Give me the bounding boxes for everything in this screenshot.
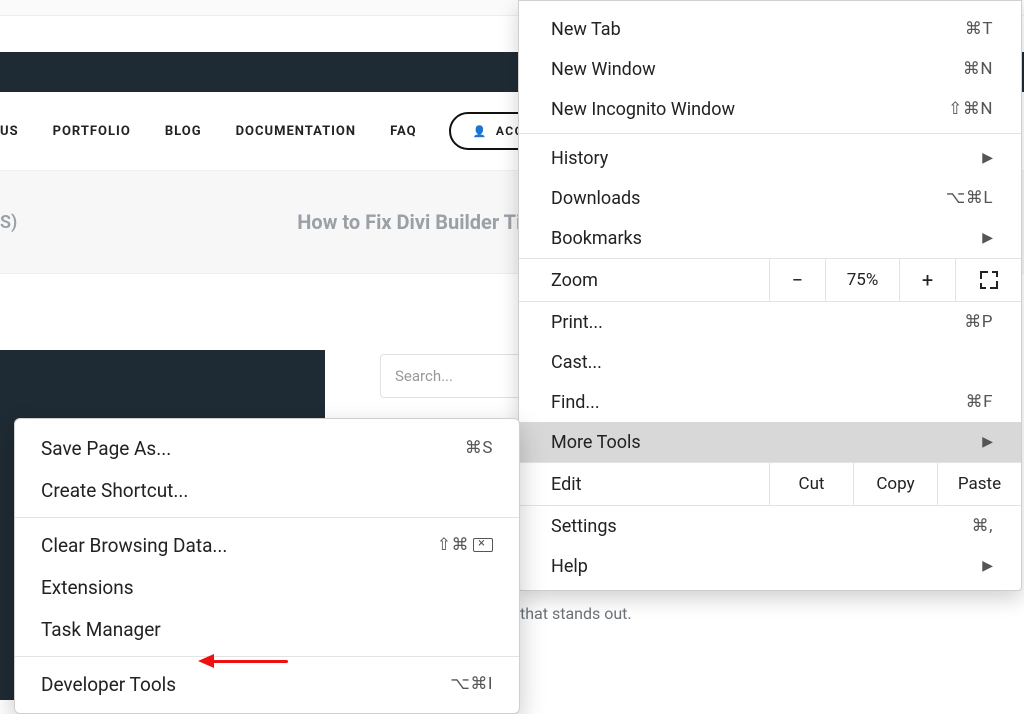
fullscreen-button[interactable] <box>955 259 1021 301</box>
menu-label: Help <box>551 556 588 577</box>
submenu-create-shortcut[interactable]: Create Shortcut... <box>15 469 519 511</box>
chrome-main-menu: New Tab ⌘T New Window ⌘N New Incognito W… <box>518 0 1022 591</box>
chevron-right-icon: ▶ <box>982 150 993 166</box>
submenu-task-manager[interactable]: Task Manager <box>15 608 519 650</box>
menu-edit-row: Edit Cut Copy Paste <box>519 462 1021 506</box>
chevron-right-icon: ▶ <box>982 230 993 246</box>
menu-new-tab[interactable]: New Tab ⌘T <box>519 9 1021 49</box>
submenu-label: Developer Tools <box>41 673 176 696</box>
nav-item-documentation[interactable]: DOCUMENTATION <box>236 124 357 139</box>
edit-paste-button[interactable]: Paste <box>937 463 1021 505</box>
menu-bookmarks[interactable]: Bookmarks ▶ <box>519 218 1021 258</box>
nav-item-faq[interactable]: FAQ <box>390 124 417 139</box>
menu-zoom-label: Zoom <box>519 259 769 301</box>
menu-shortcut: ⇧⌘N <box>948 99 993 119</box>
nav-item-blog[interactable]: BLOG <box>165 124 202 139</box>
edit-copy-button[interactable]: Copy <box>853 463 937 505</box>
menu-label: Downloads <box>551 188 640 209</box>
fullscreen-icon <box>980 271 998 289</box>
menu-edit-label: Edit <box>519 463 769 505</box>
menu-downloads[interactable]: Downloads ⌥⌘L <box>519 178 1021 218</box>
edit-cut-button[interactable]: Cut <box>769 463 853 505</box>
menu-label: Print... <box>551 312 603 333</box>
submenu-separator <box>15 656 519 657</box>
submenu-extensions[interactable]: Extensions <box>15 566 519 608</box>
menu-label: New Incognito Window <box>551 99 735 120</box>
menu-new-window[interactable]: New Window ⌘N <box>519 49 1021 89</box>
submenu-label: Clear Browsing Data... <box>41 534 227 557</box>
menu-label: History <box>551 148 608 169</box>
menu-cast[interactable]: Cast... <box>519 342 1021 382</box>
submenu-shortcut: ⌘S <box>465 438 493 458</box>
menu-shortcut: ⌘F <box>966 392 993 412</box>
submenu-clear-browsing-data[interactable]: Clear Browsing Data... ⇧⌘ <box>15 524 519 566</box>
nav-item-us[interactable]: US <box>0 124 19 139</box>
submenu-save-page[interactable]: Save Page As... ⌘S <box>15 427 519 469</box>
menu-history[interactable]: History ▶ <box>519 138 1021 178</box>
menu-shortcut: ⌘P <box>964 312 993 332</box>
menu-label: Cast... <box>551 352 602 373</box>
delete-key-icon <box>473 538 493 552</box>
menu-label: Find... <box>551 392 600 413</box>
menu-help[interactable]: Help ▶ <box>519 546 1021 586</box>
nav-item-portfolio[interactable]: PORTFOLIO <box>53 124 131 139</box>
menu-more-tools[interactable]: More Tools ▶ <box>519 422 1021 462</box>
submenu-label: Extensions <box>41 576 134 599</box>
chevron-right-icon: ▶ <box>982 434 993 450</box>
submenu-developer-tools[interactable]: Developer Tools ⌥⌘I <box>15 663 519 705</box>
menu-label: New Tab <box>551 19 621 40</box>
zoom-in-button[interactable]: + <box>899 259 955 301</box>
menu-zoom-row: Zoom − 75% + <box>519 258 1021 302</box>
menu-label: More Tools <box>551 432 641 453</box>
submenu-label: Task Manager <box>41 618 161 641</box>
search-placeholder: Search... <box>395 367 453 385</box>
menu-new-incognito[interactable]: New Incognito Window ⇧⌘N <box>519 89 1021 129</box>
menu-separator <box>519 133 1021 134</box>
menu-shortcut: ⌥⌘L <box>946 188 993 208</box>
menu-shortcut: ⌘T <box>965 19 993 39</box>
menu-label: New Window <box>551 59 656 80</box>
body-text-fragment: that stands out. <box>520 604 632 623</box>
submenu-shortcut: ⇧⌘ <box>437 535 493 555</box>
menu-label: Bookmarks <box>551 228 642 249</box>
zoom-value: 75% <box>825 259 899 301</box>
zoom-out-button[interactable]: − <box>769 259 825 301</box>
submenu-shortcut: ⌥⌘I <box>450 674 493 694</box>
submenu-label: Create Shortcut... <box>41 479 188 502</box>
user-icon: 👤 <box>473 125 488 138</box>
submenu-separator <box>15 517 519 518</box>
menu-shortcut: ⌘N <box>963 59 993 79</box>
chevron-right-icon: ▶ <box>982 558 993 574</box>
menu-settings[interactable]: Settings ⌘, <box>519 506 1021 546</box>
submenu-label: Save Page As... <box>41 437 171 460</box>
more-tools-submenu: Save Page As... ⌘S Create Shortcut... Cl… <box>14 418 520 714</box>
breadcrumb-left-fragment: S) <box>0 212 17 233</box>
menu-print[interactable]: Print... ⌘P <box>519 302 1021 342</box>
menu-label: Settings <box>551 516 617 537</box>
menu-find[interactable]: Find... ⌘F <box>519 382 1021 422</box>
menu-shortcut: ⌘, <box>972 516 993 536</box>
